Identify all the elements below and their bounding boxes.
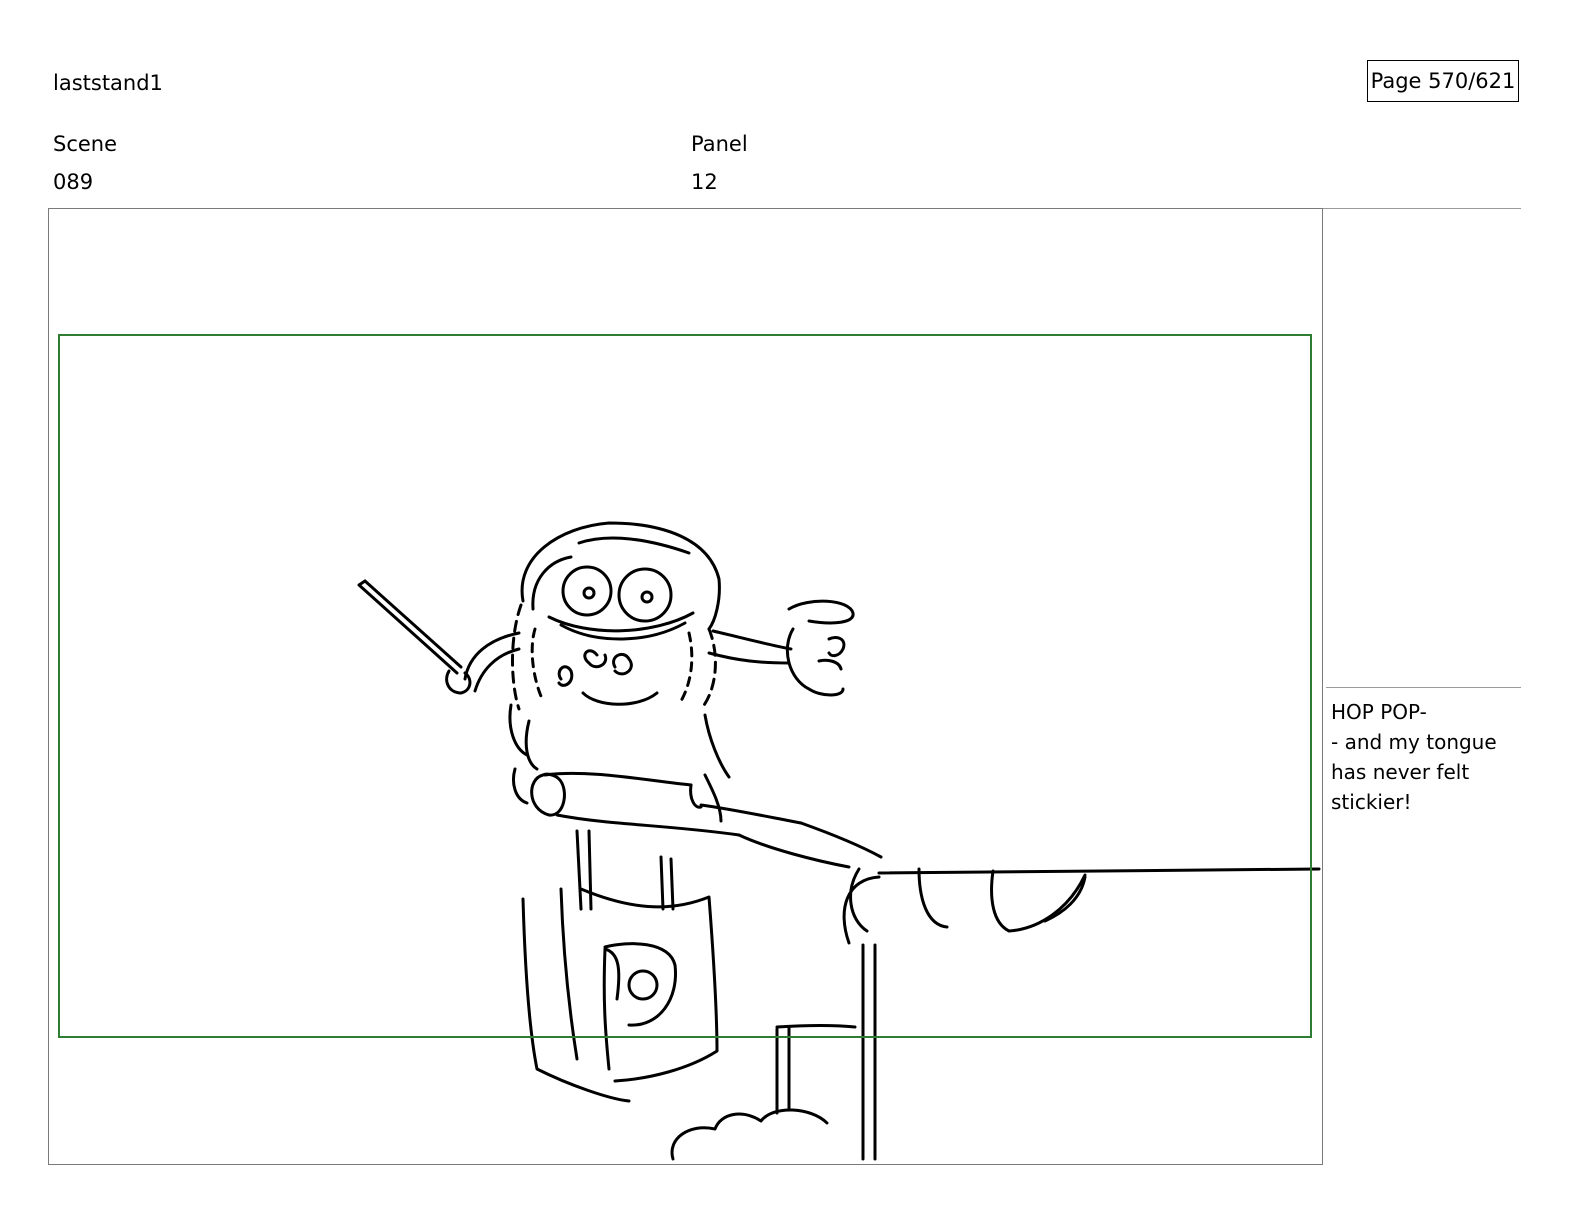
dialogue-line: - and my tongue	[1331, 730, 1497, 754]
dialogue-notes: HOP POP- - and my tongue has never felt …	[1331, 697, 1521, 817]
page-indicator: Page 570/621	[1367, 60, 1519, 102]
notes-divider	[1326, 687, 1521, 688]
panel-label: Panel	[691, 132, 748, 156]
dialogue-line: HOP POP-	[1331, 700, 1427, 724]
notes-divider-top	[1323, 208, 1521, 209]
dialogue-line: stickier!	[1331, 790, 1412, 814]
storyboard-panel-frame	[48, 208, 1323, 1165]
dialogue-line: has never felt	[1331, 760, 1470, 784]
storyboard-sketch	[357, 521, 1321, 1161]
scene-number: 089	[53, 170, 94, 194]
panel-number: 12	[691, 170, 718, 194]
scene-label: Scene	[53, 132, 118, 156]
project-title: laststand1	[53, 71, 163, 95]
